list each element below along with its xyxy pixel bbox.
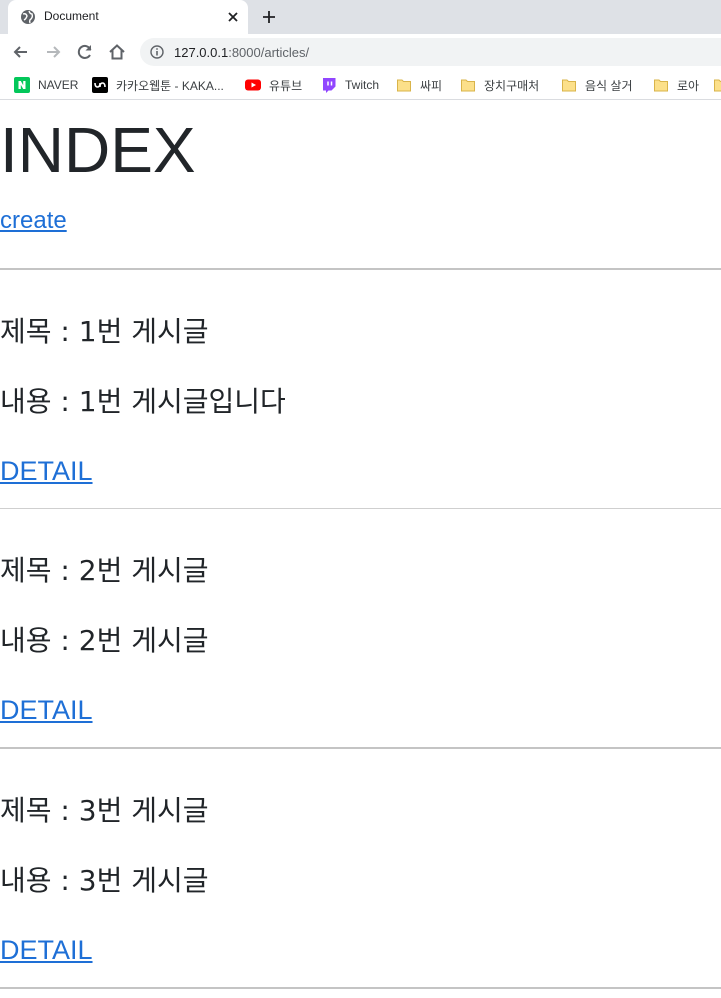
folder-icon [654,79,668,92]
detail-link[interactable]: DETAIL [0,454,93,488]
bookmark-folder-devices[interactable]: 장치구매처 [460,75,539,95]
bookmark-youtube[interactable]: 유튜브 [245,75,302,95]
page-content: INDEX create 제목 : 1번 게시글 내용 : 1번 게시글입니다 … [0,102,721,998]
article-title: 제목 : 3번 게시글 [0,794,209,827]
detail-link[interactable]: DETAIL [0,693,93,727]
close-icon[interactable] [224,8,242,26]
create-link[interactable]: create [0,206,67,236]
divider [0,987,721,989]
bookmark-kakao-webtoon[interactable]: 카카오웹툰 - KAKA... [92,75,224,95]
globe-icon [21,10,35,24]
reload-icon[interactable] [75,42,95,62]
article-item: 제목 : 2번 게시글 내용 : 2번 게시글 DETAIL [0,523,721,733]
bookmark-naver[interactable]: NAVER [14,75,78,95]
bookmark-label: 유튜브 [269,78,303,93]
tab-title: Document [44,9,99,23]
article-title: 제목 : 2번 게시글 [0,554,209,587]
url-path: :8000/articles/ [228,45,310,60]
bookmark-label: Twitch [345,78,380,92]
browser-toolbar: 127.0.0.1:8000/articles/ [0,34,721,70]
folder-icon [562,79,576,92]
url-host: 127.0.0.1 [174,45,229,60]
article-item: 제목 : 1번 게시글 내용 : 1번 게시글입니다 DETAIL [0,284,721,494]
divider [0,508,721,509]
home-icon[interactable] [107,42,127,62]
twitch-icon [323,78,336,93]
browser-chrome: Document 127.0.0.1:8000/articles/ NAVER … [0,0,721,102]
page-title: INDEX [0,114,196,186]
kakao-webtoon-icon [92,77,108,93]
bookmark-folder-food[interactable]: 음식 살거 [561,75,633,95]
article-title: 제목 : 1번 게시글 [0,315,209,348]
bookmark-label: 장치구매처 [484,78,540,93]
bookmark-label: 로아 [677,78,700,93]
bookmark-label: 카카오웹툰 - KAKA... [116,78,224,93]
bookmark-twitch[interactable]: Twitch [321,75,379,95]
bookmark-label: 싸피 [420,78,443,93]
tab-strip: Document [0,0,721,34]
url-text: 127.0.0.1:8000/articles/ [174,45,309,60]
bookmark-folder-loa[interactable]: 로아 [653,75,699,95]
naver-icon [14,77,30,93]
bookmarks-bar: NAVER 카카오웹툰 - KAKA... 유튜브 Twitch 싸피 장치구매… [0,70,721,100]
bookmark-folder-ssafy[interactable]: 싸피 [396,75,442,95]
forward-arrow-icon[interactable] [43,42,63,62]
article-content: 내용 : 3번 게시글 [0,864,209,897]
bookmark-label: 음식 살거 [585,78,633,93]
back-arrow-icon[interactable] [11,42,31,62]
article-item: 제목 : 3번 게시글 내용 : 3번 게시글 DETAIL [0,763,721,973]
folder-icon [397,79,411,92]
detail-link[interactable]: DETAIL [0,933,93,967]
article-content: 내용 : 1번 게시글입니다 [0,385,286,418]
address-bar[interactable]: 127.0.0.1:8000/articles/ [140,38,721,66]
bookmark-label: NAVER [38,78,79,92]
folder-icon[interactable] [713,77,721,93]
divider [0,268,721,270]
divider [0,747,721,749]
tab-document[interactable]: Document [8,0,248,34]
plus-icon[interactable] [259,7,279,27]
folder-icon [461,79,475,92]
youtube-icon [245,79,261,91]
info-icon[interactable] [150,45,164,59]
article-content: 내용 : 2번 게시글 [0,624,209,657]
